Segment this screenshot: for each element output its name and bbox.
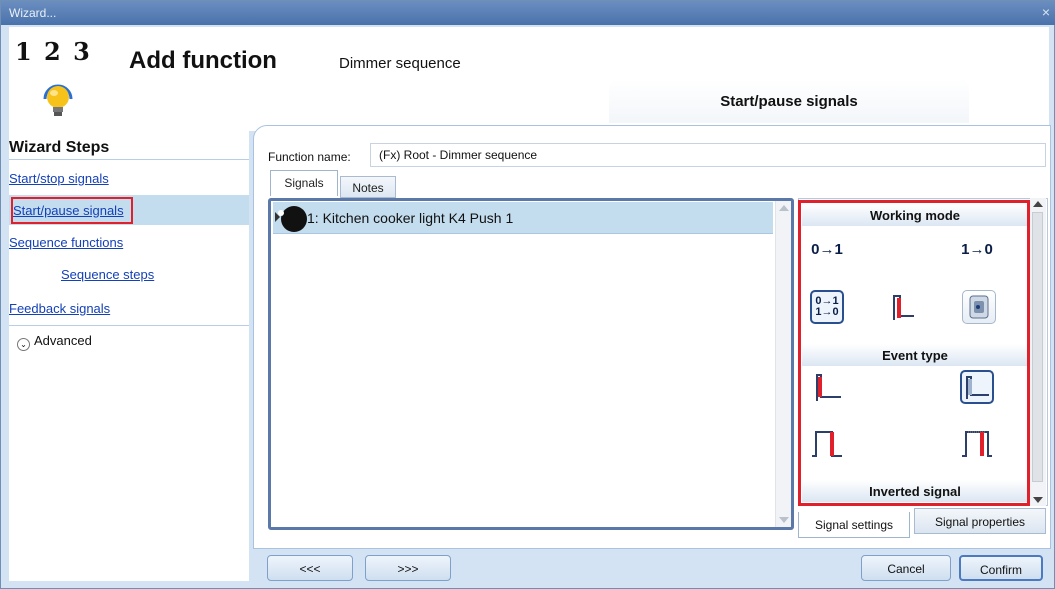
wizard-steps-title: Wizard Steps: [9, 139, 110, 156]
title-bar: Wizard... ×: [1, 1, 1055, 25]
advanced-label: Advanced: [34, 333, 92, 348]
step-feedback-signals[interactable]: Feedback signals: [9, 301, 110, 316]
push-button-icon: [278, 206, 307, 232]
chevron-down-icon: ⌄: [17, 338, 30, 351]
tab-notes[interactable]: Notes: [340, 176, 396, 198]
close-icon[interactable]: ×: [1042, 4, 1050, 20]
event-type-pulse-falling-icon[interactable]: [960, 426, 994, 460]
tab-signal-properties[interactable]: Signal properties: [914, 508, 1046, 534]
step-start-stop-signals[interactable]: Start/stop signals: [9, 171, 109, 186]
current-step-tab: Start/pause signals: [609, 79, 969, 123]
switch-icon[interactable]: [962, 290, 996, 324]
logo-digits: 1 2 3: [15, 37, 92, 66]
wizard-steps-panel: Wizard Steps Start/stop signals Start/pa…: [9, 131, 249, 581]
list-scrollbar[interactable]: [775, 201, 791, 527]
signal-list: 1: Kitchen cooker light K4 Push 1: [268, 198, 794, 530]
confirm-button[interactable]: Confirm: [959, 555, 1043, 581]
section-working-mode: Working mode: [802, 204, 1028, 226]
advanced-toggle[interactable]: ⌄ Advanced: [17, 333, 92, 351]
scroll-down-icon[interactable]: [779, 517, 789, 523]
function-name-label: Function name:: [268, 150, 351, 164]
page-subtitle: Dimmer sequence: [339, 55, 461, 72]
rising-edge-icon[interactable]: 0→1: [810, 232, 844, 266]
cancel-button[interactable]: Cancel: [861, 555, 951, 581]
scroll-up-icon[interactable]: [1033, 201, 1043, 207]
wizard-footer: <<< >>> Cancel Confirm: [253, 551, 1051, 585]
previous-button[interactable]: <<<: [267, 555, 353, 581]
list-item[interactable]: 1: Kitchen cooker light K4 Push 1: [273, 202, 773, 234]
pulse-icon[interactable]: [886, 290, 920, 324]
page-title: Add function: [129, 47, 277, 74]
step-sequence-functions[interactable]: Sequence functions: [9, 235, 123, 250]
main-panel: Function name: (Fx) Root - Dimmer sequen…: [253, 125, 1051, 549]
window-title: Wizard...: [9, 6, 57, 20]
tab-signals[interactable]: Signals: [270, 170, 338, 196]
scroll-thumb[interactable]: [1032, 212, 1043, 482]
scroll-down-icon[interactable]: [1033, 497, 1043, 503]
settings-scrollbar[interactable]: [1030, 198, 1046, 506]
divider: [9, 325, 249, 326]
event-type-press-icon[interactable]: [810, 370, 844, 404]
falling-edge-icon[interactable]: 1→0: [960, 232, 994, 266]
function-name-input[interactable]: (Fx) Root - Dimmer sequence: [370, 143, 1046, 167]
scroll-up-icon[interactable]: [779, 205, 789, 211]
tab-signal-settings[interactable]: Signal settings: [798, 512, 910, 538]
divider: [9, 159, 249, 160]
step-sequence-steps[interactable]: Sequence steps: [61, 267, 154, 282]
section-event-type: Event type: [802, 344, 1028, 366]
event-type-pulse-rising-icon[interactable]: [810, 426, 844, 460]
highlight-box: [11, 197, 133, 224]
event-type-release-icon[interactable]: [960, 370, 994, 404]
both-edges-icon[interactable]: 0→1 1→0: [810, 290, 844, 324]
lightbulb-icon: [43, 84, 73, 116]
wizard-header: 1 2 3 Add function Dimmer sequence Start…: [9, 27, 1049, 131]
signal-label: 1: Kitchen cooker light K4 Push 1: [307, 210, 514, 226]
wizard-window: Wizard... × 1 2 3 Add function Dimmer se…: [0, 0, 1055, 589]
section-inverted-signal: Inverted signal: [802, 480, 1028, 502]
next-button[interactable]: >>>: [365, 555, 451, 581]
